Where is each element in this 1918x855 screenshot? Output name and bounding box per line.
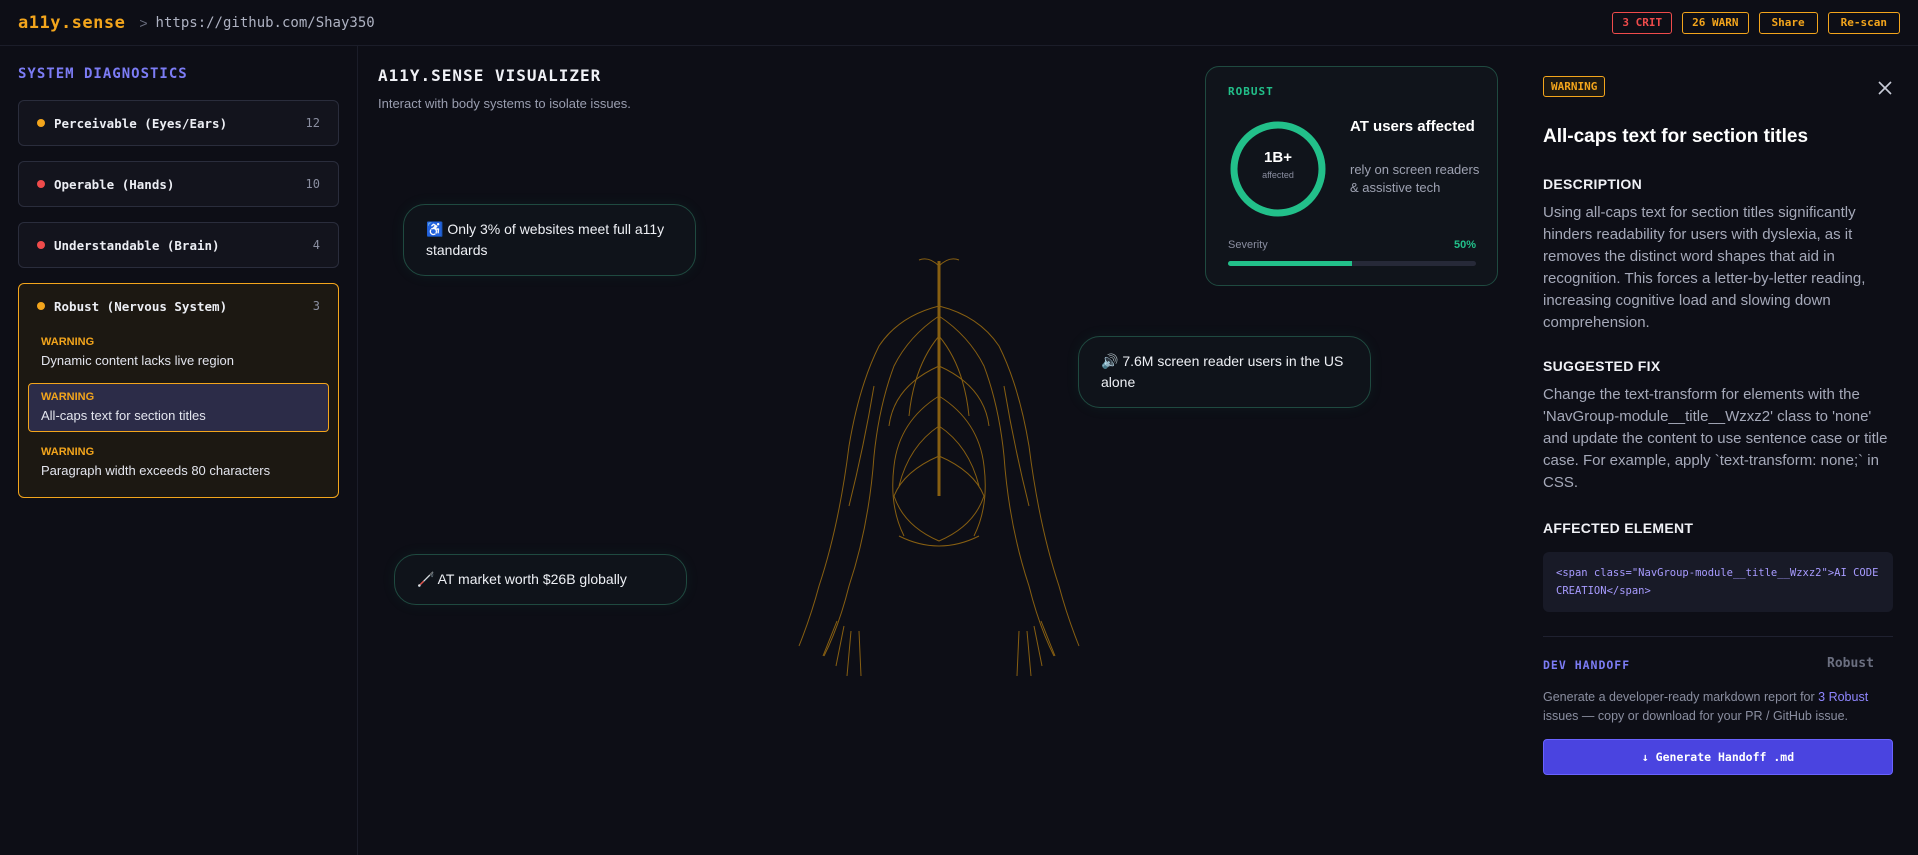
visualizer-title: A11Y.SENSE VISUALIZER <box>378 66 602 85</box>
share-button[interactable]: Share <box>1758 11 1818 34</box>
description-text: Using all-caps text for section titles s… <box>1543 204 1866 331</box>
issue-severity: WARNING <box>41 336 95 348</box>
group-header[interactable]: Robust (Nervous System) 3 <box>19 284 338 328</box>
card-label: ROBUST <box>1228 85 1274 98</box>
suggested-fix-heading: SUGGESTED FIX <box>1543 358 1661 374</box>
cane-icon: 🦯 <box>417 571 435 587</box>
group-count: 10 <box>305 177 320 191</box>
issue-title: All-caps text for section titles <box>1543 126 1809 147</box>
handoff-category-tag: Robust <box>1827 656 1874 671</box>
issue-item-selected[interactable]: WARNING All-caps text for section titles <box>28 383 329 432</box>
status-dot <box>37 302 45 310</box>
status-dot <box>37 241 45 249</box>
handoff-text-1: Generate a developer-ready markdown repo… <box>1543 690 1819 704</box>
handoff-description: Generate a developer-ready markdown repo… <box>1543 688 1893 726</box>
url-separator: > <box>139 14 148 31</box>
visualizer-subtitle: Interact with body systems to isolate is… <box>378 96 631 111</box>
issue-title: Paragraph width exceeds 80 characters <box>41 463 271 478</box>
issue-detail-panel: WARNING All-caps text for section titles… <box>1515 46 1918 855</box>
group-count: 3 <box>312 299 320 313</box>
warn-count-badge[interactable]: 26 WARN <box>1682 11 1749 34</box>
stat-text: Only 3% of websites meet full a11y stand… <box>426 221 665 258</box>
ring-value: 1B+ <box>1264 149 1292 166</box>
card-description: rely on screen readers & assistive tech <box>1350 162 1480 195</box>
issue-item[interactable]: WARNING Paragraph width exceeds 80 chara… <box>28 438 329 487</box>
group-understandable[interactable]: Understandable (Brain) 4 <box>18 222 339 268</box>
severity-percent: 50% <box>1453 239 1476 251</box>
description-heading: DESCRIPTION <box>1543 176 1642 192</box>
generate-handoff-button[interactable]: ↓ Generate Handoff .md <box>1543 739 1893 775</box>
suggested-fix-text: Change the text-transform for elements w… <box>1543 386 1888 491</box>
stat-text: 7.6M screen reader users in the US alone <box>1101 353 1344 390</box>
close-icon[interactable] <box>1875 78 1895 98</box>
diagnostics-sidebar: SYSTEM DIAGNOSTICS Perceivable (Eyes/Ear… <box>0 46 358 855</box>
stat-bubble-market: 🦯 AT market worth $26B globally <box>394 554 687 605</box>
group-operable[interactable]: Operable (Hands) 10 <box>18 161 339 207</box>
issue-title: Dynamic content lacks live region <box>41 353 234 368</box>
visualizer-area: A11Y.SENSE VISUALIZER Interact with body… <box>359 46 1515 855</box>
group-label: Operable (Hands) <box>54 176 175 192</box>
rescan-button[interactable]: Re-scan <box>1827 11 1900 34</box>
speaker-icon: 🔊 <box>1101 353 1119 369</box>
nervous-system-figure[interactable] <box>789 246 1089 726</box>
group-header[interactable]: Understandable (Brain) 4 <box>19 223 338 267</box>
stat-bubble-websites: ♿ Only 3% of websites meet full a11y sta… <box>403 204 696 276</box>
card-heading: AT users affected <box>1350 118 1475 135</box>
severity-bar-fill <box>1228 261 1352 266</box>
ring-chart <box>1230 121 1326 217</box>
severity-bar <box>1228 261 1476 266</box>
group-robust[interactable]: Robust (Nervous System) 3 WARNING Dynami… <box>18 283 339 498</box>
sidebar-title: SYSTEM DIAGNOSTICS <box>18 66 188 82</box>
accessibility-icon: ♿ <box>426 221 444 237</box>
issue-title: All-caps text for section titles <box>41 408 206 423</box>
crit-count-badge[interactable]: 3 CRIT <box>1612 11 1673 34</box>
issue-severity: WARNING <box>41 391 95 403</box>
affected-element-heading: AFFECTED ELEMENT <box>1543 520 1694 536</box>
issue-item[interactable]: WARNING Dynamic content lacks live regio… <box>28 328 329 377</box>
divider <box>1543 636 1893 637</box>
issue-severity: WARNING <box>41 446 95 458</box>
severity-badge: WARNING <box>1543 76 1606 97</box>
group-label: Understandable (Brain) <box>54 237 220 253</box>
handoff-text-2: issues — copy or download for your PR / … <box>1543 709 1848 723</box>
severity-label: Severity <box>1228 239 1268 251</box>
ring-caption: affected <box>1262 170 1294 180</box>
severity-row: Severity 50% <box>1228 239 1476 251</box>
group-count: 4 <box>312 238 320 252</box>
status-dot <box>37 119 45 127</box>
group-perceivable[interactable]: Perceivable (Eyes/Ears) 12 <box>18 100 339 146</box>
affected-element-code[interactable]: <span class="NavGroup-module__title__Wzx… <box>1543 552 1893 612</box>
group-header[interactable]: Perceivable (Eyes/Ears) 12 <box>19 101 338 145</box>
brand-logo[interactable]: a11y.sense <box>18 13 125 33</box>
impact-ring: 1B+ affected <box>1228 119 1328 219</box>
stat-text: AT market worth $26B globally <box>437 571 627 587</box>
dev-handoff-heading: DEV HANDOFF <box>1543 658 1631 672</box>
group-label: Perceivable (Eyes/Ears) <box>54 115 228 131</box>
handoff-highlight: 3 Robust <box>1818 690 1869 704</box>
robust-impact-card: ROBUST 1B+ affected AT users affected re… <box>1205 66 1498 286</box>
group-header[interactable]: Operable (Hands) 10 <box>19 162 338 206</box>
repo-url[interactable]: https://github.com/Shay350 <box>156 15 375 31</box>
top-bar: a11y.sense > https://github.com/Shay350 … <box>0 0 1918 46</box>
top-actions: 3 CRIT 26 WARN Share Re-scan <box>1612 11 1900 34</box>
status-dot <box>37 180 45 188</box>
stat-bubble-screen-readers: 🔊 7.6M screen reader users in the US alo… <box>1078 336 1371 408</box>
group-label: Robust (Nervous System) <box>54 298 228 314</box>
group-count: 12 <box>305 116 320 130</box>
